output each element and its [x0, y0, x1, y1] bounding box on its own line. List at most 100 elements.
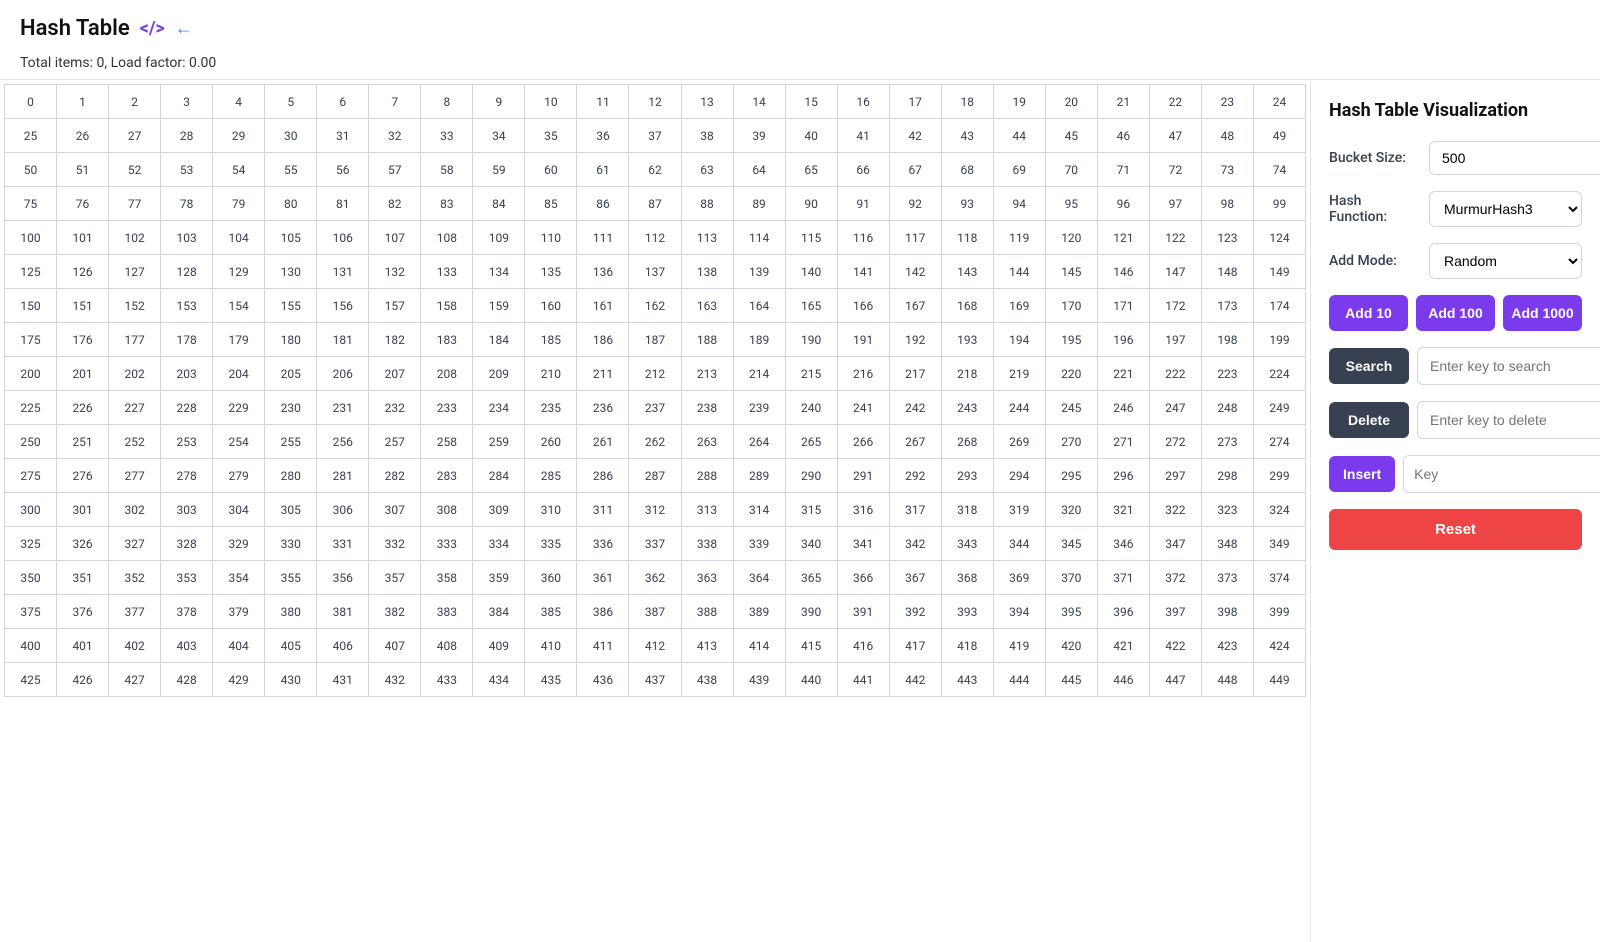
- table-row: 135: [525, 255, 577, 289]
- table-row: 408: [421, 629, 473, 663]
- table-row: 292: [890, 459, 942, 493]
- table-row: 373: [1202, 561, 1254, 595]
- table-row: 362: [629, 561, 681, 595]
- table-row: 232: [369, 391, 421, 425]
- table-row: 389: [734, 595, 786, 629]
- table-row: 160: [525, 289, 577, 323]
- table-row: 435: [525, 663, 577, 697]
- table-row: 26: [57, 119, 109, 153]
- table-row: 48: [1202, 119, 1254, 153]
- add1000-button[interactable]: Add 1000: [1503, 295, 1582, 331]
- table-row: 83: [421, 187, 473, 221]
- table-row: 200: [5, 357, 57, 391]
- table-row: 158: [421, 289, 473, 323]
- key-input[interactable]: [1403, 455, 1600, 493]
- table-row: 59: [473, 153, 525, 187]
- table-row: 169: [994, 289, 1046, 323]
- table-row: 162: [629, 289, 681, 323]
- table-row: 316: [838, 493, 890, 527]
- table-row: 214: [734, 357, 786, 391]
- insert-button[interactable]: Insert: [1329, 456, 1395, 492]
- table-row: 256: [317, 425, 369, 459]
- table-row: 2: [109, 85, 161, 119]
- add10-button[interactable]: Add 10: [1329, 295, 1408, 331]
- table-row: 270: [1046, 425, 1098, 459]
- table-row: 272: [1150, 425, 1202, 459]
- table-row: 220: [1046, 357, 1098, 391]
- table-row: 413: [682, 629, 734, 663]
- table-row: 334: [473, 527, 525, 561]
- table-row: 76: [57, 187, 109, 221]
- table-row: 92: [890, 187, 942, 221]
- add-mode-row: Add Mode: Random Sequential Custom: [1329, 243, 1582, 279]
- table-row: 107: [369, 221, 421, 255]
- table-row: 284: [473, 459, 525, 493]
- table-row: 254: [213, 425, 265, 459]
- bucket-size-input[interactable]: [1429, 141, 1600, 175]
- table-row: 290: [786, 459, 838, 493]
- table-row: 65: [786, 153, 838, 187]
- table-row: 156: [317, 289, 369, 323]
- table-row: 401: [57, 629, 109, 663]
- table-row: 18: [942, 85, 994, 119]
- table-row: 349: [1254, 527, 1306, 561]
- table-row: 421: [1098, 629, 1150, 663]
- table-row: 372: [1150, 561, 1202, 595]
- table-row: 390: [786, 595, 838, 629]
- table-row: 241: [838, 391, 890, 425]
- table-row: 180: [265, 323, 317, 357]
- hash-function-select[interactable]: MurmurHash3 FNV-1a djb2 SHA-1: [1429, 191, 1582, 227]
- table-row: 172: [1150, 289, 1202, 323]
- table-row: 166: [838, 289, 890, 323]
- table-row: 163: [682, 289, 734, 323]
- table-row: 296: [1098, 459, 1150, 493]
- table-row: 259: [473, 425, 525, 459]
- table-row: 170: [1046, 289, 1098, 323]
- search-input[interactable]: [1417, 347, 1600, 385]
- add100-button[interactable]: Add 100: [1416, 295, 1495, 331]
- search-button[interactable]: Search: [1329, 348, 1409, 384]
- table-row: 444: [994, 663, 1046, 697]
- table-row: 433: [421, 663, 473, 697]
- insert-row: Insert: [1329, 455, 1582, 493]
- table-row: 404: [213, 629, 265, 663]
- delete-button[interactable]: Delete: [1329, 402, 1409, 438]
- table-row: 332: [369, 527, 421, 561]
- table-row: 397: [1150, 595, 1202, 629]
- table-row: 384: [473, 595, 525, 629]
- hash-function-row: HashFunction: MurmurHash3 FNV-1a djb2 SH…: [1329, 191, 1582, 227]
- table-row: 308: [421, 493, 473, 527]
- table-row: 96: [1098, 187, 1150, 221]
- table-row: 335: [525, 527, 577, 561]
- add-mode-select[interactable]: Random Sequential Custom: [1429, 243, 1582, 279]
- table-row: 230: [265, 391, 317, 425]
- table-row: 313: [682, 493, 734, 527]
- search-row: Search: [1329, 347, 1582, 385]
- table-row: 268: [942, 425, 994, 459]
- table-row: 267: [890, 425, 942, 459]
- table-row: 67: [890, 153, 942, 187]
- page-title: Hash Table: [20, 16, 130, 41]
- table-row: 52: [109, 153, 161, 187]
- table-row: 121: [1098, 221, 1150, 255]
- table-row: 132: [369, 255, 421, 289]
- table-row: 142: [890, 255, 942, 289]
- table-row: 381: [317, 595, 369, 629]
- table-row: 150: [5, 289, 57, 323]
- table-row: 3: [161, 85, 213, 119]
- table-row: 61: [577, 153, 629, 187]
- table-row: 227: [109, 391, 161, 425]
- table-row: 77: [109, 187, 161, 221]
- table-row: 376: [57, 595, 109, 629]
- back-icon[interactable]: ←: [175, 18, 193, 39]
- table-row: 411: [577, 629, 629, 663]
- main-layout: 0123456789101112131415161718192021222324…: [0, 80, 1600, 942]
- table-row: 420: [1046, 629, 1098, 663]
- table-row: 117: [890, 221, 942, 255]
- table-row: 324: [1254, 493, 1306, 527]
- table-row: 302: [109, 493, 161, 527]
- reset-button[interactable]: Reset: [1329, 509, 1582, 550]
- table-row: 355: [265, 561, 317, 595]
- delete-input[interactable]: [1417, 401, 1600, 439]
- table-row: 449: [1254, 663, 1306, 697]
